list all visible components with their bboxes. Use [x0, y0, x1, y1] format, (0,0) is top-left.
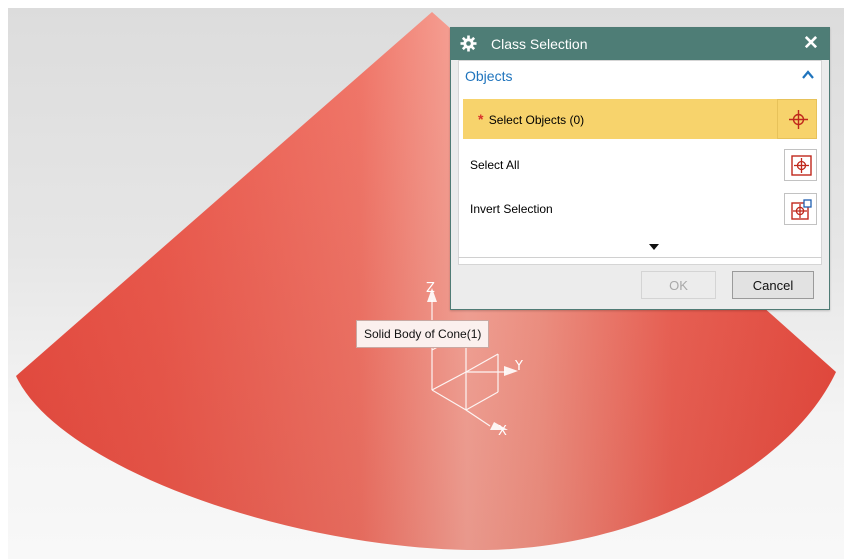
- objects-group: Objects * Select Objects (0) Select All: [458, 60, 822, 265]
- y-axis-label: Y: [515, 359, 523, 374]
- select-all-row[interactable]: Select All: [463, 145, 817, 185]
- select-objects-text: Select Objects (0): [488, 113, 585, 127]
- cancel-button[interactable]: Cancel: [732, 271, 814, 299]
- select-objects-button[interactable]: [777, 99, 817, 139]
- crosshair-icon: [789, 110, 808, 129]
- expand-down-icon[interactable]: [648, 243, 660, 251]
- select-all-label: Select All: [470, 158, 520, 172]
- objects-group-title: Objects: [465, 68, 513, 84]
- select-all-icon: [791, 155, 812, 176]
- dialog-divider: [458, 257, 822, 258]
- invert-selection-icon: [791, 199, 812, 220]
- close-icon[interactable]: ✕: [799, 32, 823, 56]
- objects-group-header[interactable]: Objects: [459, 61, 821, 91]
- ok-button[interactable]: OK: [641, 271, 716, 299]
- invert-selection-button[interactable]: [784, 193, 817, 225]
- gear-icon: [460, 35, 477, 52]
- chevron-up-icon[interactable]: [801, 68, 815, 82]
- dialog-titlebar[interactable]: Class Selection ✕: [451, 28, 829, 60]
- invert-selection-label: Invert Selection: [470, 202, 553, 216]
- select-objects-label: * Select Objects (0): [478, 99, 584, 140]
- dialog-title: Class Selection: [491, 36, 588, 52]
- select-all-button[interactable]: [784, 149, 817, 181]
- z-axis-label: Z: [426, 281, 435, 296]
- x-axis-label: X: [498, 424, 507, 439]
- selection-tooltip: Solid Body of Cone(1): [356, 320, 490, 348]
- invert-selection-row[interactable]: Invert Selection: [463, 189, 817, 229]
- select-objects-row[interactable]: * Select Objects (0): [463, 99, 817, 139]
- class-selection-dialog: Class Selection ✕ Objects * Select Objec…: [450, 27, 830, 310]
- required-mark: *: [478, 111, 484, 127]
